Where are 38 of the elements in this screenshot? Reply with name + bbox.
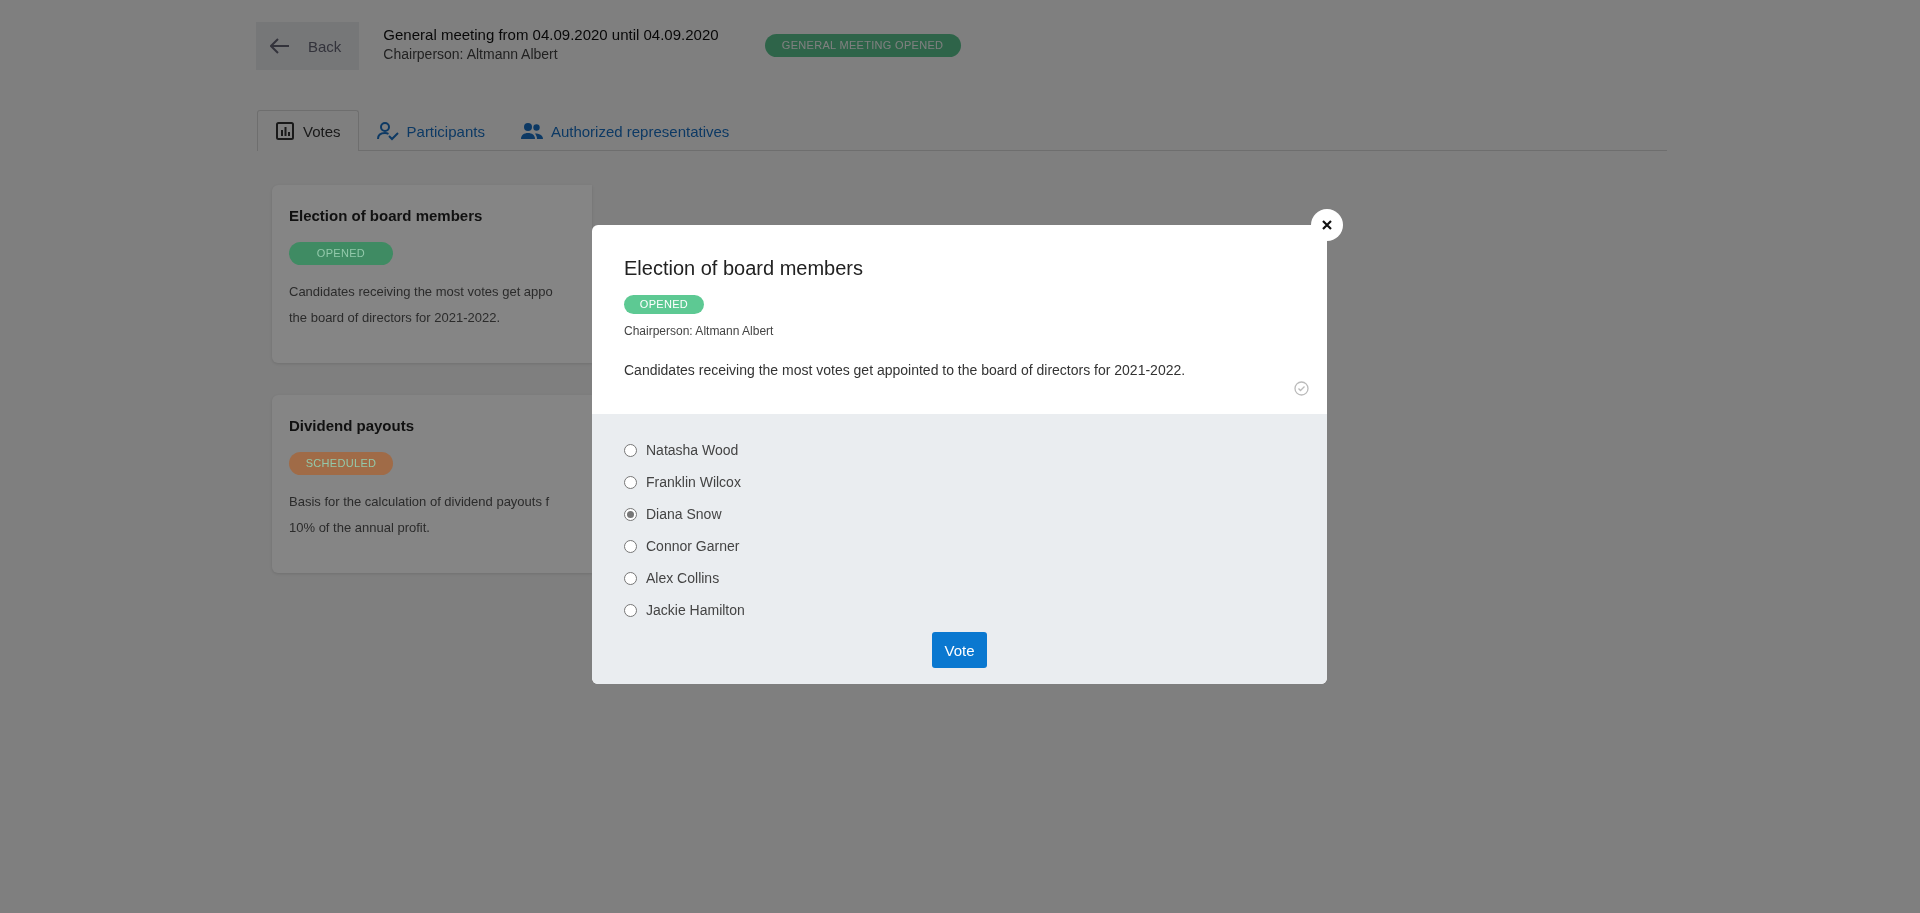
vote-card[interactable]: Election of board members OPENED Candidates receiving the most votes get appo the board of directors for 2021-2022. [272, 185, 592, 363]
candidate-name[interactable]: Diana Snow [646, 506, 722, 522]
arrow-left-icon [270, 38, 290, 54]
candidate-name[interactable]: Franklin Wilcox [646, 474, 741, 490]
chairperson-text: Chairperson: Altmann Albert [624, 324, 775, 338]
radio-button[interactable] [624, 475, 637, 489]
status-badge: SCHEDULED [289, 452, 393, 475]
tab[interactable]: Votes [257, 110, 359, 151]
vote-card[interactable]: Dividend payouts SCHEDULED Basis for the calculation of dividend payouts f 10% of the annual profit. [272, 395, 592, 573]
vote-button[interactable]: Vote [932, 632, 987, 668]
back-button[interactable]: Back [256, 22, 360, 70]
card-description: Candidates receiving the most votes get appo the board of directors for 2021-2022. [289, 283, 553, 327]
candidate-name[interactable]: Connor Garner [646, 538, 740, 554]
status-badge: OPENED [624, 295, 704, 314]
radio-button[interactable] [624, 603, 637, 617]
chairperson-text: Chairperson: Altmann Albert [383, 46, 559, 62]
bar-chart-icon [275, 121, 295, 141]
status-badge: OPENED [289, 242, 393, 265]
radio-button[interactable] [624, 507, 637, 521]
radio-button[interactable] [624, 539, 637, 553]
people-icon [520, 122, 543, 140]
vote-description: Candidates receiving the most votes get appointed to the board of directors for 2021-2022. [624, 362, 1187, 378]
card-description: Basis for the calculation of dividend payouts f 10% of the annual profit. [289, 493, 550, 537]
candidate-name[interactable]: Natasha Wood [646, 442, 739, 458]
tab[interactable]: Participants [358, 110, 503, 151]
candidate-name[interactable]: Alex Collins [646, 570, 720, 586]
person-check-icon [376, 121, 399, 141]
radio-button[interactable] [624, 571, 637, 585]
card-title: Dividend payouts [289, 417, 416, 434]
meeting-title: General meeting from 04.09.2020 until 04.09.2020 [383, 26, 719, 43]
close-icon [1322, 220, 1332, 230]
tab[interactable]: Authorized representatives [502, 110, 748, 151]
modal-title: Election of board members [624, 257, 864, 280]
candidate-name[interactable]: Jackie Hamilton [646, 602, 745, 618]
status-badge: GENERAL MEETING OPENED [764, 34, 961, 57]
card-title: Election of board members [289, 207, 484, 224]
radio-button[interactable] [624, 443, 637, 457]
check-circle-icon [1294, 381, 1309, 396]
